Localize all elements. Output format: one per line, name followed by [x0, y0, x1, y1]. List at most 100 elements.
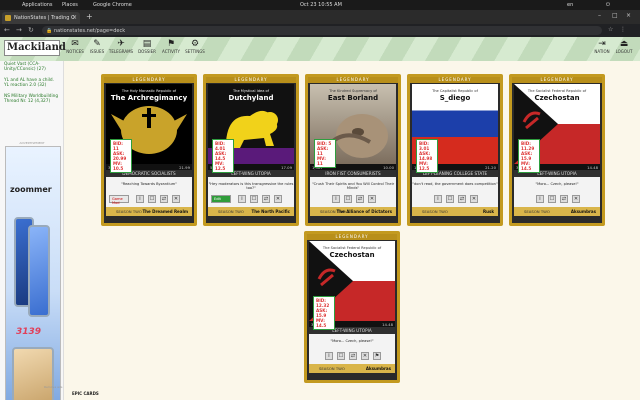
nav-issues[interactable]: ✎ ISSUES	[84, 39, 110, 54]
card-season-bar: SEASON TWO Rusk	[412, 207, 498, 216]
trade-icon[interactable]: ⇄	[262, 195, 270, 203]
language-indicator[interactable]: en	[567, 2, 573, 8]
nav-dossier[interactable]: ▤ DOSSIER	[134, 39, 160, 54]
maximize-icon[interactable]: □	[612, 12, 618, 19]
new-tab-button[interactable]: +	[86, 12, 93, 21]
card-title[interactable]: The Archregimancy	[104, 94, 194, 102]
nav-telegrams[interactable]: ✈ TELEGRAMS	[108, 39, 134, 54]
card-motto: "Hey moderators is this transgressive th…	[208, 177, 294, 193]
applications-menu[interactable]: Applications	[22, 2, 53, 8]
info-icon[interactable]: i	[434, 195, 442, 203]
site-logo[interactable]: Mackiland	[4, 40, 66, 56]
browser-tab[interactable]: NationStates | Trading C ×	[2, 12, 80, 24]
trading-card[interactable]: LEGENDARY The Socialist Federal Republic…	[304, 231, 400, 383]
gift-icon[interactable]: ☐	[548, 195, 556, 203]
card-title[interactable]: East Borland	[308, 94, 398, 102]
junk-icon[interactable]: ✕	[361, 352, 369, 360]
gift-icon[interactable]: ☐	[337, 352, 345, 360]
mv-value: MV: 12.5	[215, 161, 226, 171]
game-mod-badge[interactable]: Game Mod	[109, 195, 129, 205]
card-body: LEGENDARY The Holy Monastic Republic of …	[104, 77, 194, 223]
mv-value: MV: 10.5	[113, 161, 124, 171]
card-season-bar: SEASON TWO Aksumbras	[514, 207, 600, 216]
trade-icon[interactable]: ⇄	[349, 352, 357, 360]
sidebar-forum-link[interactable]: YL and AL have a child. YL reaction 2.0 …	[0, 77, 63, 89]
power-icon[interactable]: ⏻	[606, 2, 610, 8]
web-page: Mackiland ✉ NOTICES ✎ ISSUES ✈ TELEGRAMS ▤ D…	[0, 37, 640, 400]
phone-image	[28, 225, 50, 317]
junk-icon[interactable]: ✕	[172, 195, 180, 203]
settings-icon: ⚙	[190, 39, 200, 49]
remove-ads-link[interactable]: Remove ads	[44, 385, 62, 389]
star-icon[interactable]: ☆	[608, 26, 613, 33]
trading-card[interactable]: LEGENDARY The Kindred Supremacy of East …	[305, 74, 401, 226]
mv-value: MV: 11	[317, 156, 326, 166]
card-body: LEGENDARY The Socialist Federal Republic…	[307, 234, 397, 380]
card-title[interactable]: Czechostan	[307, 251, 397, 259]
region-link[interactable]: The Dreamed Realm	[142, 209, 188, 214]
trade-icon[interactable]: ⇄	[356, 195, 364, 203]
edit-badge[interactable]: Edit	[211, 195, 231, 203]
gift-icon[interactable]: ☐	[446, 195, 454, 203]
junk-icon[interactable]: ✕	[470, 195, 478, 203]
card-title[interactable]: Czechostan	[512, 94, 602, 102]
card-title[interactable]: S_diego	[410, 94, 500, 102]
gift-icon[interactable]: ☐	[148, 195, 156, 203]
region-link[interactable]: Aksumbras	[366, 366, 391, 371]
info-icon[interactable]: i	[325, 352, 333, 360]
nav-nation[interactable]: ⇥ NATION	[592, 39, 612, 54]
card-season-bar: SEASON TWO Aksumbras	[309, 364, 395, 373]
ad-price: 3139	[16, 327, 42, 337]
trading-card[interactable]: LEGENDARY The Capitalist Republic of S_d…	[407, 74, 503, 226]
clock: Oct 23 10:55 AM	[300, 2, 342, 8]
deck-area: LEGENDARY The Holy Monastic Republic of …	[64, 61, 640, 400]
gift-icon[interactable]: ☐	[344, 195, 352, 203]
info-icon[interactable]: i	[536, 195, 544, 203]
info-icon[interactable]: i	[136, 195, 144, 203]
forward-icon[interactable]: →	[16, 26, 22, 34]
bid-value: BID: 4.01	[215, 141, 226, 151]
region-link[interactable]: The North Pacific	[251, 209, 290, 214]
reload-icon[interactable]: ↻	[28, 26, 34, 34]
mv-value: MV: 14.5	[316, 318, 327, 328]
region-link[interactable]: The Alliance of Dictators	[337, 209, 392, 214]
card-actions: Game Mod i ☐ ⇄ ✕	[106, 193, 192, 207]
junk-icon[interactable]: ✕	[368, 195, 376, 203]
card-pretitle: The Mystical Idea of	[232, 89, 269, 93]
bid-value: BID: 11.29	[521, 141, 535, 151]
nav-logout[interactable]: ⏏ LOGOUT	[614, 39, 634, 54]
url-input[interactable]: 🔒 nationstates.net/page=deck	[42, 26, 602, 35]
nav-label: LOGOUT	[615, 49, 633, 54]
card-motto: "don't read, the government does competi…	[412, 177, 498, 193]
logout-icon: ⏏	[619, 39, 629, 49]
trading-card[interactable]: LEGENDARY The Socialist Federal Republic…	[509, 74, 605, 226]
advertisement[interactable]: zoommer 3139	[5, 146, 61, 400]
region-link[interactable]: Aksumbras	[571, 209, 596, 214]
trade-icon[interactable]: ⇄	[458, 195, 466, 203]
nav-label: ACTIVITY	[162, 49, 180, 54]
nav-settings[interactable]: ⚙ SETTINGS	[182, 39, 208, 54]
card-title[interactable]: Dutchyland	[206, 94, 296, 102]
card-market-stats: BID: 11 ASK: 20.99 MV: 10.5	[110, 139, 132, 173]
trade-icon[interactable]: ⇄	[160, 195, 168, 203]
trading-card[interactable]: LEGENDARY The Mystical Idea of Dutchylan…	[203, 74, 299, 226]
menu-icon[interactable]: ⋮	[620, 26, 626, 33]
junk-icon[interactable]: ✕	[274, 195, 282, 203]
trade-icon[interactable]: ⇄	[560, 195, 568, 203]
card-body: LEGENDARY The Capitalist Republic of S_d…	[410, 77, 500, 223]
back-icon[interactable]: ←	[4, 26, 10, 34]
gift-icon[interactable]: ☐	[250, 195, 258, 203]
info-icon[interactable]: i	[238, 195, 246, 203]
minimize-icon[interactable]: –	[598, 12, 601, 19]
places-menu[interactable]: Places	[62, 2, 78, 8]
close-window-icon[interactable]: ×	[626, 12, 631, 19]
info-icon[interactable]: i	[332, 195, 340, 203]
nav-activity[interactable]: ⚑ ACTIVITY	[158, 39, 184, 54]
sidebar-forum-link[interactable]: Quiet Vast (CCA-Unity/CConsic) (27)	[0, 61, 63, 73]
junk-icon[interactable]: ✕	[572, 195, 580, 203]
region-link[interactable]: Rusk	[483, 209, 494, 214]
flag-icon[interactable]: ⚑	[373, 352, 381, 360]
close-tab-icon[interactable]: ×	[72, 14, 77, 21]
trading-card[interactable]: LEGENDARY The Holy Monastic Republic of …	[101, 74, 197, 226]
sidebar-forum-link[interactable]: NS Military Worldbuilding Thread Nr. 12 …	[0, 93, 63, 105]
